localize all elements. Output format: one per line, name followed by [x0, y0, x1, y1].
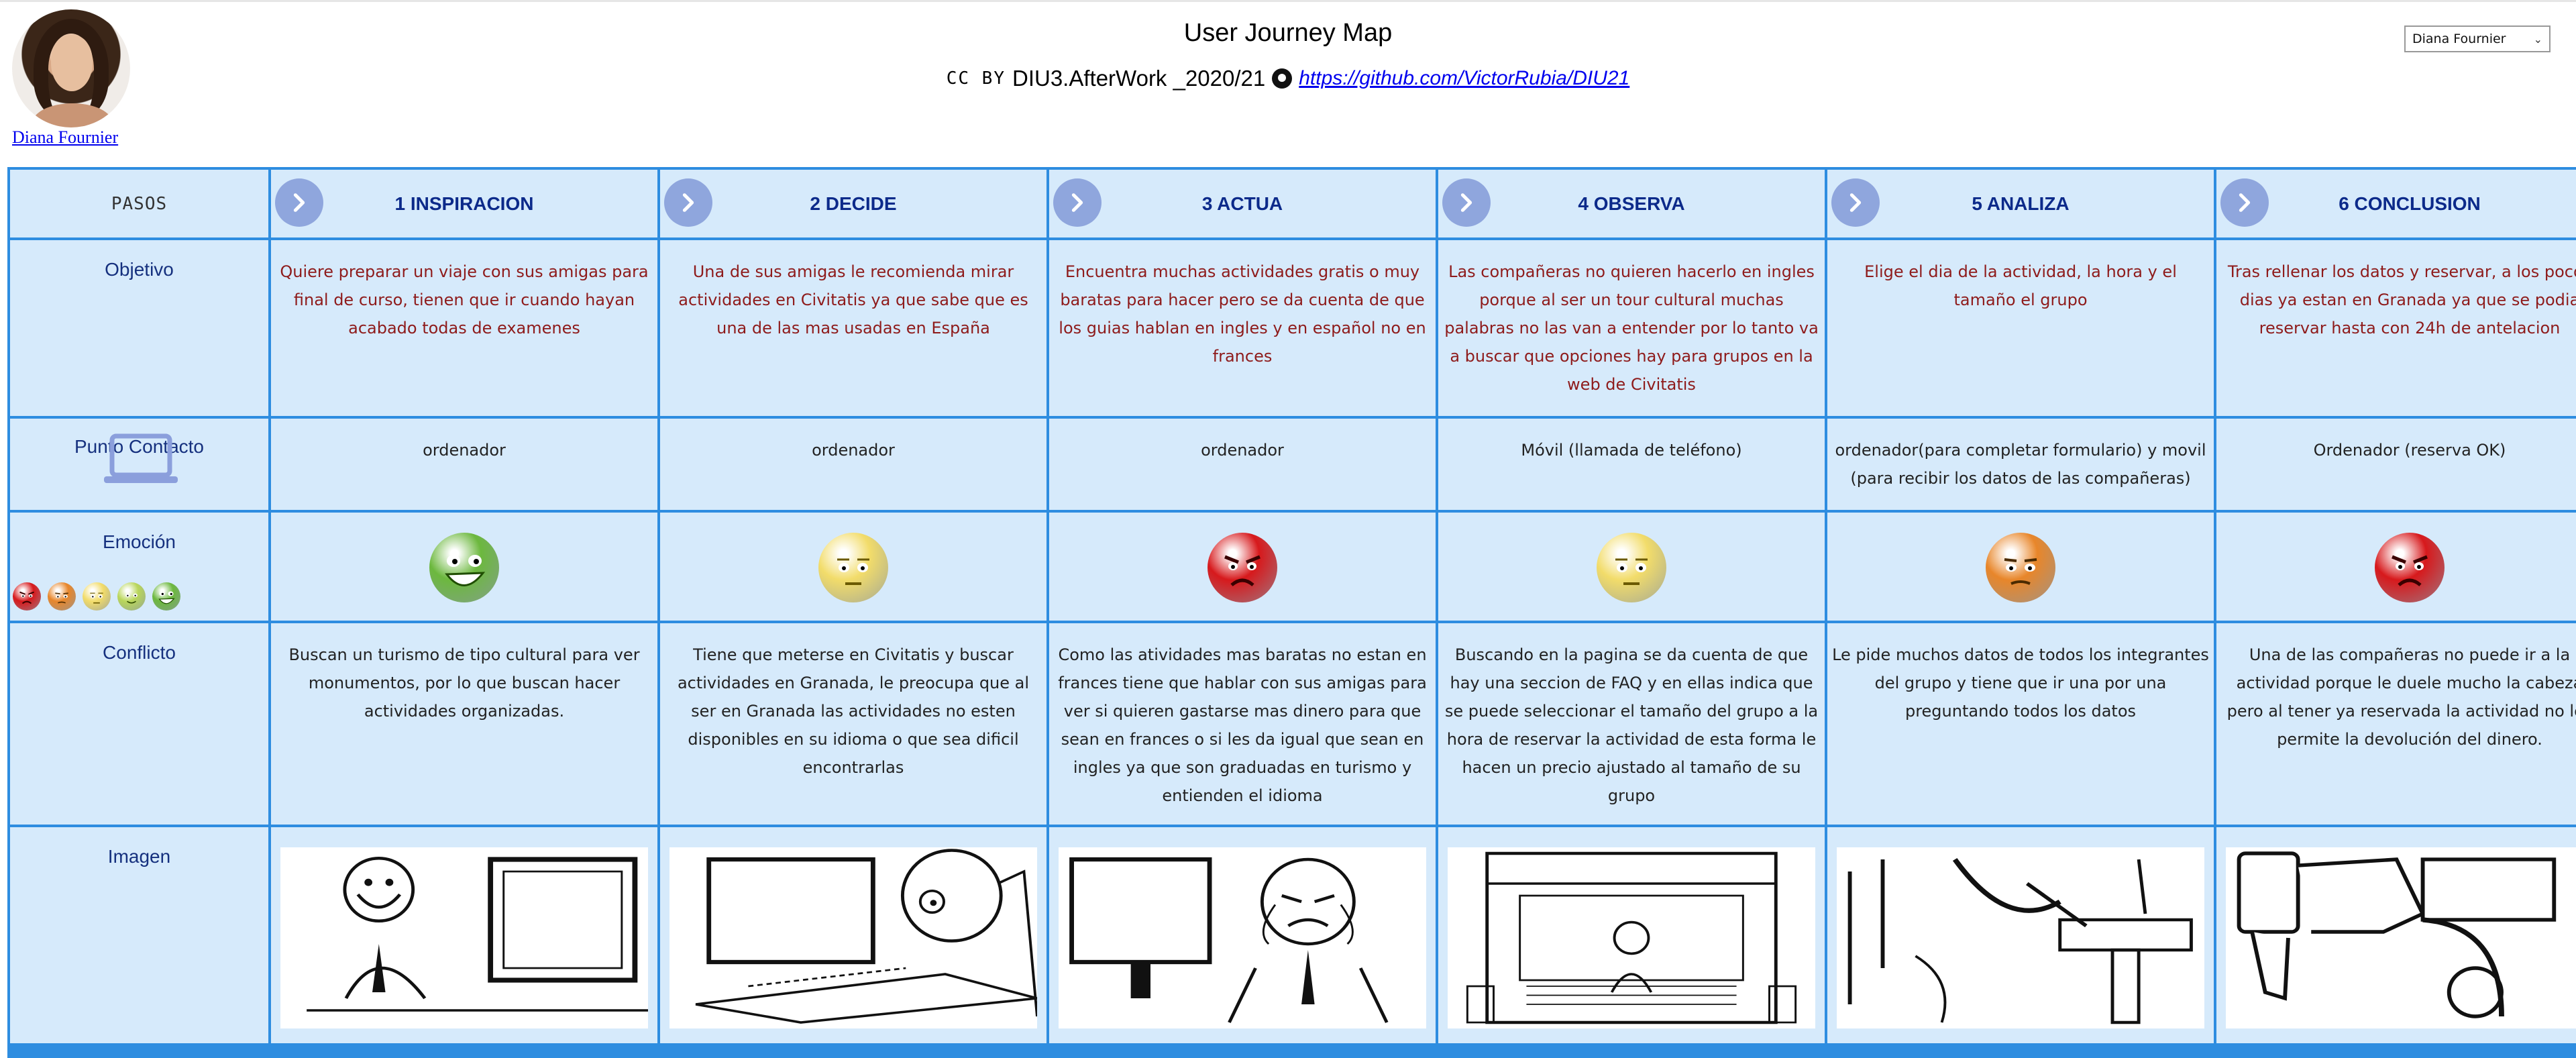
very-happy-face-icon — [445, 555, 486, 586]
stage-conflict: Le pide muchos datos de todos los integr… — [1827, 623, 2214, 825]
stage-header: 4 OBSERVA — [1438, 170, 1825, 237]
chevron-right-icon[interactable] — [1053, 178, 1102, 227]
stage-header: 1 INSPIRACION — [271, 170, 657, 237]
row-label-imagen: Imagen — [10, 827, 268, 1043]
angry-face — [1208, 533, 1277, 602]
row-label-pasos: PASOS — [10, 170, 268, 237]
stage-contact-point: ordenador(para completar formulario) y m… — [1827, 419, 2214, 510]
stage-sketch-image — [1059, 847, 1426, 1028]
stage-sketch-image — [280, 847, 648, 1028]
annoyed-face — [1986, 533, 2055, 602]
stage-image — [660, 827, 1046, 1043]
chevron-right-icon[interactable] — [2220, 178, 2269, 227]
annoyed-face-icon — [2004, 558, 2037, 585]
chevron-right-icon[interactable] — [1442, 178, 1491, 227]
stage-objective: Quiere preparar un viaje con sus amigas … — [271, 240, 657, 416]
stage-title: 6 CONCLUSION — [2339, 193, 2481, 214]
stage-conflict: Buscando en la pagina se da cuenta de qu… — [1438, 623, 1825, 825]
stage-objective: Las compañeras no quieren hacerlo en ing… — [1438, 240, 1825, 416]
user-selector-value: Diana Fournier — [2412, 32, 2506, 46]
stage-header: 5 ANALIZA — [1827, 170, 2214, 237]
stage-contact-point: ordenador — [660, 419, 1046, 510]
repo-link[interactable]: https://github.com/VictorRubia/DIU21 — [1299, 67, 1629, 90]
stage-objective: Encuentra muchas actividades gratis o mu… — [1049, 240, 1436, 416]
neutral-face — [1597, 533, 1666, 602]
laptop-icon — [104, 433, 178, 483]
neutral-face-icon — [837, 558, 869, 585]
neutral-face-icon — [1615, 558, 1648, 585]
annoyed-legend-face — [48, 582, 76, 611]
stage-emotion — [2216, 513, 2576, 621]
stage-conflict: Como las atividades mas baratas no estan… — [1049, 623, 1436, 825]
stage-image — [1049, 827, 1436, 1043]
stage-objective: Tras rellenar los datos y reservar, a lo… — [2216, 240, 2576, 416]
stage-emotion — [1827, 513, 2214, 621]
stage-image — [1827, 827, 2214, 1043]
happy-face-icon — [125, 593, 138, 604]
stage-emotion — [271, 513, 657, 621]
github-icon — [1272, 68, 1293, 89]
stage-image — [271, 827, 657, 1043]
angry-face — [2375, 533, 2445, 602]
stage-emotion — [1438, 513, 1825, 621]
user-selector[interactable]: Diana Fournier ⌄ — [2404, 25, 2551, 52]
license-badge: CC BY — [946, 68, 1006, 89]
stage-contact-point: ordenador — [271, 419, 657, 510]
stage-conflict: Tiene que meterse en Civitatis y buscar … — [660, 623, 1046, 825]
angry-face-icon — [2392, 555, 2428, 586]
chevron-down-icon: ⌄ — [2533, 32, 2542, 46]
license-line: CC BY DIU3.AfterWork _2020/21 https://gi… — [0, 66, 2576, 91]
stage-sketch-image — [669, 847, 1038, 1028]
neutral-legend-face — [83, 582, 111, 611]
chevron-right-icon[interactable] — [1831, 178, 1880, 227]
stage-conflict: Una de las compañeras no puede ir a la a… — [2216, 623, 2576, 825]
page-title: User Journey Map — [1183, 19, 1393, 47]
stage-title: 1 INSPIRACION — [394, 193, 534, 214]
row-label-emocion-text: Emoción — [103, 531, 176, 552]
neutral-face — [818, 533, 888, 602]
stage-image — [2216, 827, 2576, 1043]
row-label-objetivo: Objetivo — [10, 240, 268, 416]
stage-title: 4 OBSERVA — [1578, 193, 1685, 214]
stage-title: 5 ANALIZA — [1972, 193, 2070, 214]
stage-header: 3 ACTUA — [1049, 170, 1436, 237]
chevron-right-icon[interactable] — [664, 178, 712, 227]
top-divider — [0, 0, 2576, 2]
very-happy-legend-face — [152, 582, 180, 611]
chevron-right-icon[interactable] — [275, 178, 323, 227]
row-label-emocion: Emoción — [10, 513, 268, 621]
angry-face-icon — [19, 591, 34, 604]
stage-objective: Elige el dia de la actividad, la hora y … — [1827, 240, 2214, 416]
neutral-face-icon — [90, 592, 103, 604]
stage-emotion — [660, 513, 1046, 621]
stage-header: 2 DECIDE — [660, 170, 1046, 237]
very-happy-face-icon — [158, 591, 175, 604]
stage-title: 2 DECIDE — [810, 193, 897, 214]
stage-title: 3 ACTUA — [1201, 193, 1283, 214]
row-label-punto-contacto: Punto Contacto — [10, 419, 268, 510]
journey-map-grid: PASOS Objetivo Punto Contacto Emoción Co… — [7, 167, 2576, 1058]
stage-contact-point: Móvil (llamada de teléfono) — [1438, 419, 1825, 510]
angry-face-icon — [1224, 555, 1260, 586]
annoyed-face-icon — [55, 592, 68, 604]
stage-contact-point: ordenador — [1049, 419, 1436, 510]
row-label-conflicto: Conflicto — [10, 623, 268, 825]
stage-conflict: Buscan un turismo de tipo cultural para … — [271, 623, 657, 825]
user-profile-link[interactable]: Diana Fournier — [12, 127, 118, 148]
stage-image — [1438, 827, 1825, 1043]
angry-legend-face — [13, 582, 41, 611]
stage-objective: Una de sus amigas le recomienda mirar ac… — [660, 240, 1046, 416]
course-label: DIU3.AfterWork _2020/21 — [1012, 66, 1266, 91]
stage-sketch-image — [2226, 847, 2576, 1028]
stage-header: 6 CONCLUSION — [2216, 170, 2576, 237]
stage-sketch-image — [1837, 847, 2204, 1028]
very-happy-face — [429, 533, 499, 602]
stage-emotion — [1049, 513, 1436, 621]
happy-legend-face — [117, 582, 146, 611]
stage-sketch-image — [1448, 847, 1815, 1028]
stage-contact-point: Ordenador (reserva OK) — [2216, 419, 2576, 510]
